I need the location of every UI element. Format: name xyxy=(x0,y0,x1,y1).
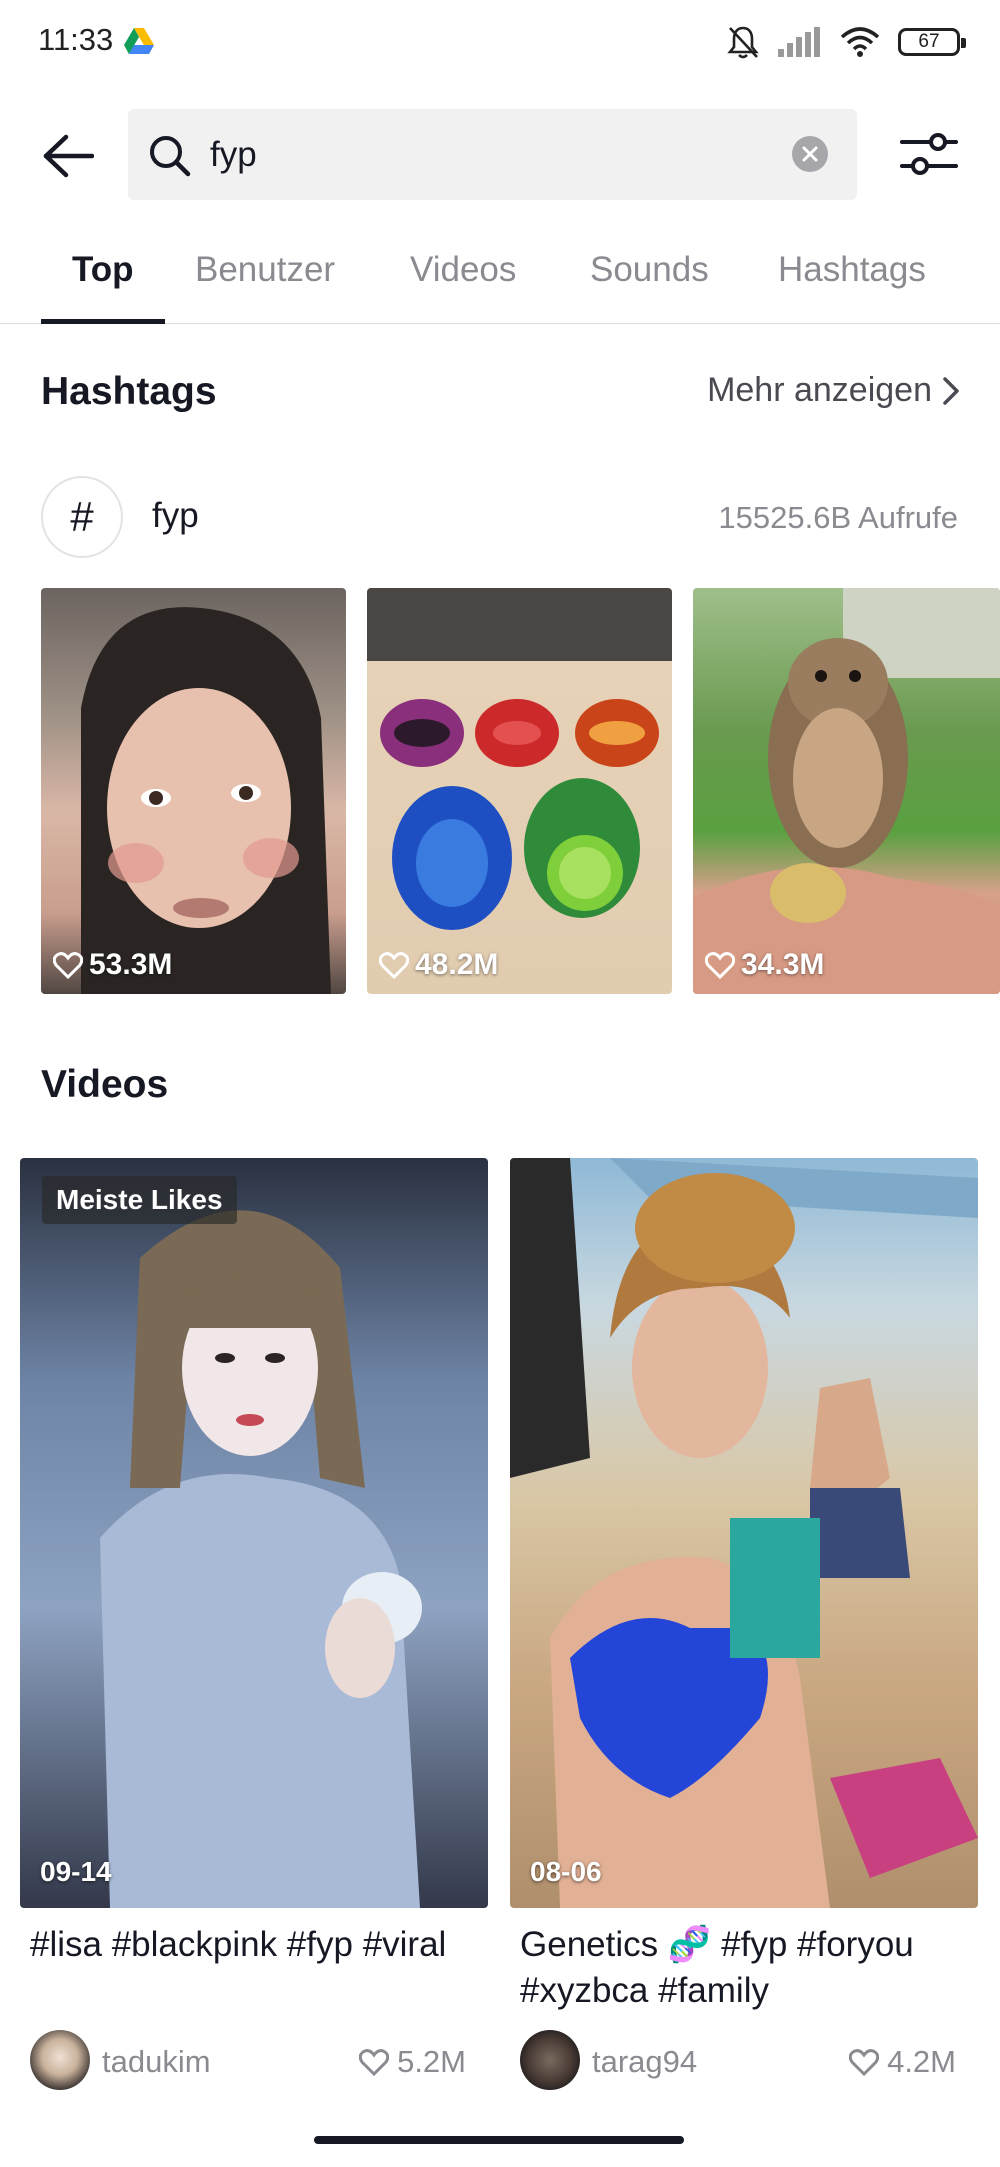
bell-muted-icon xyxy=(727,26,759,59)
search-icon xyxy=(150,136,191,177)
filter-button[interactable] xyxy=(898,128,960,180)
video-image xyxy=(510,1158,978,1908)
avatar[interactable] xyxy=(30,2030,90,2090)
hashtag-symbol-icon[interactable]: # xyxy=(41,476,123,558)
heart-icon xyxy=(359,2049,390,2076)
heart-icon xyxy=(379,952,409,979)
video-date: 09-14 xyxy=(40,1856,112,1887)
tab-hashtags[interactable]: Hashtags xyxy=(778,250,926,290)
hashtag-video-thumbnail[interactable]: 34.3M xyxy=(693,588,1000,994)
tab-sounds[interactable]: Sounds xyxy=(590,250,709,290)
heart-icon xyxy=(53,952,83,979)
google-drive-icon xyxy=(124,28,154,54)
tab-benutzer[interactable]: Benutzer xyxy=(195,250,335,290)
close-icon xyxy=(802,146,818,162)
chevron-right-icon xyxy=(943,376,959,405)
search-input[interactable] xyxy=(210,129,770,181)
thumbnail-likes: 53.3M xyxy=(53,948,172,982)
hashtag-views: 15525.6B Aufrufe xyxy=(718,500,958,535)
video-meta: tarag94 4.2M xyxy=(520,2030,968,2096)
video-card[interactable]: Meiste Likes 09-14 #lisa #blackpink #fyp… xyxy=(20,1158,488,2096)
hashtag-video-thumbnail[interactable]: 48.2M xyxy=(367,588,672,994)
most-likes-badge: Meiste Likes xyxy=(42,1176,237,1224)
chipmunk-image xyxy=(693,588,1000,994)
signal-icon xyxy=(778,27,820,57)
show-more-label: Mehr anzeigen xyxy=(707,371,932,409)
lips-art-image xyxy=(380,699,659,930)
status-time: 11:33 xyxy=(38,22,114,57)
video-caption[interactable]: Genetics 🧬 #fyp #foryou #xyzbca #family xyxy=(520,1922,968,2014)
face-image xyxy=(81,607,331,994)
search-bar[interactable] xyxy=(128,109,857,200)
home-indicator[interactable] xyxy=(314,2136,684,2144)
video-likes: 4.2M xyxy=(849,2044,956,2080)
likes-count: 4.2M xyxy=(887,2044,956,2079)
status-icons: 67 xyxy=(726,20,966,64)
battery-icon: 67 xyxy=(898,28,966,56)
heart-icon xyxy=(705,952,735,979)
arrow-left-icon xyxy=(43,134,94,178)
search-tabs: Top Benutzer Videos Sounds Hashtags xyxy=(0,236,1000,324)
avatar[interactable] xyxy=(520,2030,580,2090)
sliders-icon xyxy=(900,133,958,175)
video-date: 08-06 xyxy=(530,1856,602,1887)
video-caption[interactable]: #lisa #blackpink #fyp #viral xyxy=(30,1922,478,2014)
tab-top[interactable]: Top xyxy=(72,250,134,290)
video-thumbnail[interactable]: Meiste Likes 09-14 xyxy=(20,1158,488,1908)
likes-count: 53.3M xyxy=(89,948,173,981)
hashtag-video-thumbnail[interactable]: 53.3M xyxy=(41,588,346,994)
battery-level: 67 xyxy=(918,31,940,52)
tab-videos[interactable]: Videos xyxy=(410,250,516,290)
likes-count: 48.2M xyxy=(415,948,499,981)
thumbnail-likes: 34.3M xyxy=(705,948,824,982)
clear-search-button[interactable] xyxy=(792,136,828,172)
video-image xyxy=(100,1210,422,1908)
likes-count: 34.3M xyxy=(741,948,825,981)
status-bar: 11:33 67 xyxy=(0,0,1000,86)
video-card[interactable]: 08-06 Genetics 🧬 #fyp #foryou #xyzbca #f… xyxy=(510,1158,978,2096)
active-tab-indicator xyxy=(41,319,165,324)
videos-section-title: Videos xyxy=(41,1063,169,1106)
hashtags-section-title: Hashtags xyxy=(41,370,217,413)
wifi-icon xyxy=(840,27,880,57)
heart-icon xyxy=(849,2049,880,2076)
video-meta: tadukim 5.2M xyxy=(30,2030,478,2096)
show-more-link[interactable]: Mehr anzeigen xyxy=(707,371,960,410)
hashtag-name[interactable]: fyp xyxy=(152,496,199,536)
username[interactable]: tadukim xyxy=(102,2044,211,2080)
video-thumbnail[interactable]: 08-06 xyxy=(510,1158,978,1908)
thumbnail-likes: 48.2M xyxy=(379,948,498,982)
likes-count: 5.2M xyxy=(397,2044,466,2079)
video-likes: 5.2M xyxy=(359,2044,466,2080)
username[interactable]: tarag94 xyxy=(592,2044,697,2080)
back-button[interactable] xyxy=(38,126,98,186)
